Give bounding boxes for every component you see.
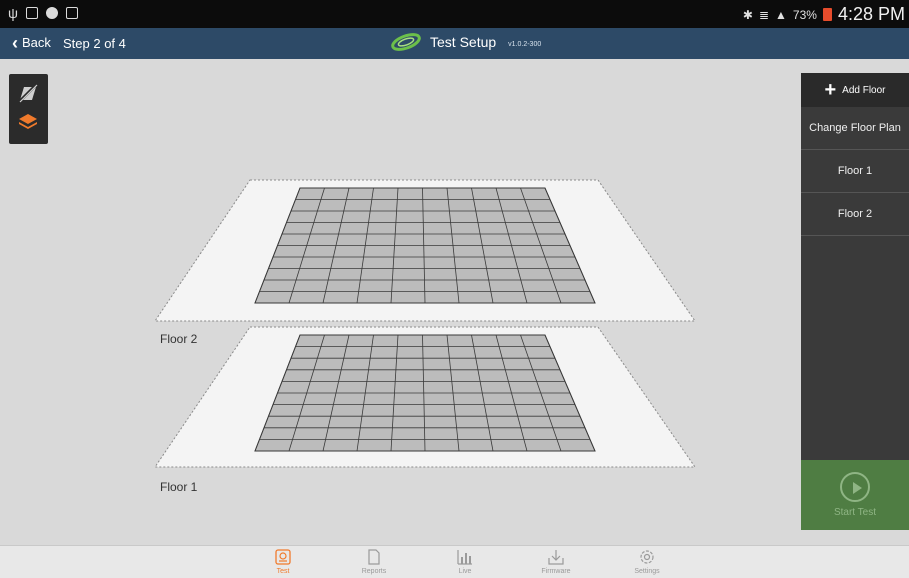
app-title: Test Setup v1.0.2-300 bbox=[390, 32, 541, 52]
floor-list-label: Floor 2 bbox=[837, 208, 873, 220]
nav-label: Test bbox=[276, 568, 290, 575]
change-floor-plan-button[interactable]: Change Floor Plan bbox=[801, 107, 909, 150]
nav-reports[interactable]: Reports bbox=[344, 548, 404, 575]
blocked-icon bbox=[45, 7, 58, 19]
app-header: ‹ Back Step 2 of 4 Test Setup v1.0.2-300 bbox=[0, 28, 909, 59]
firmware-icon bbox=[548, 550, 564, 565]
play-icon bbox=[840, 472, 870, 502]
vibrate-icon: ≣ bbox=[758, 7, 770, 22]
floor-2-plane[interactable] bbox=[154, 179, 696, 322]
bottom-navigation: Test Reports Live Firmware Settings bbox=[0, 545, 909, 578]
battery-percent: 73% bbox=[792, 7, 817, 22]
notification-icons: ψ bbox=[8, 6, 78, 20]
usb-icon: ψ bbox=[8, 5, 18, 21]
battery-icon bbox=[822, 8, 832, 21]
floor-list-item-1[interactable]: Floor 1 bbox=[801, 150, 909, 193]
system-indicators: ✱ ≣ ▲ 73% 4:28 PM bbox=[743, 4, 905, 25]
view-toolbar bbox=[9, 74, 48, 144]
floor-1-plane[interactable] bbox=[154, 326, 696, 468]
settings-icon bbox=[640, 550, 654, 564]
floor-list-item-2[interactable]: Floor 2 bbox=[801, 193, 909, 236]
add-floor-button[interactable]: + Add Floor bbox=[801, 73, 909, 107]
step-indicator: Step 2 of 4 bbox=[63, 36, 126, 51]
floor-1-label: Floor 1 bbox=[160, 480, 198, 494]
floor-panel: + Add Floor Change Floor Plan Floor 1 Fl… bbox=[801, 73, 909, 530]
back-label: Back bbox=[22, 35, 51, 50]
wifi-icon: ▲ bbox=[775, 7, 787, 22]
status-bar: ψ ✱ ≣ ▲ 73% 4:28 PM bbox=[0, 0, 909, 28]
back-button[interactable]: ‹ Back bbox=[12, 32, 51, 53]
plus-icon: + bbox=[824, 79, 837, 101]
floor-1-grid bbox=[254, 334, 596, 452]
nav-label: Live bbox=[458, 568, 472, 575]
live-icon bbox=[457, 550, 472, 565]
bluetooth-icon: ✱ bbox=[742, 7, 753, 22]
app-logo-icon bbox=[391, 33, 421, 51]
hide-floorplan-icon[interactable] bbox=[17, 82, 39, 104]
layers-icon[interactable] bbox=[17, 110, 39, 132]
nav-label: Firmware bbox=[541, 568, 571, 575]
start-test-label: Start Test bbox=[833, 507, 877, 518]
nav-settings[interactable]: Settings bbox=[617, 548, 677, 575]
start-test-button[interactable]: Start Test bbox=[801, 460, 909, 530]
chevron-left-icon: ‹ bbox=[12, 32, 18, 53]
reports-icon bbox=[368, 549, 380, 565]
floor-stack-canvas[interactable] bbox=[150, 175, 700, 475]
page-title: Test Setup bbox=[430, 34, 497, 50]
floor-2-label: Floor 2 bbox=[160, 332, 198, 346]
floor-2-grid bbox=[254, 187, 596, 304]
nav-test[interactable]: Test bbox=[253, 548, 313, 575]
mail-icon bbox=[65, 7, 78, 19]
change-floor-plan-label: Change Floor Plan bbox=[809, 122, 901, 134]
image-icon bbox=[25, 7, 38, 19]
clock: 4:28 PM bbox=[837, 4, 905, 24]
test-icon bbox=[275, 549, 291, 565]
nav-label: Settings bbox=[634, 568, 660, 575]
floor-list-label: Floor 1 bbox=[837, 165, 873, 177]
nav-firmware[interactable]: Firmware bbox=[526, 548, 586, 575]
nav-live[interactable]: Live bbox=[435, 548, 495, 575]
version-label: v1.0.2-300 bbox=[508, 40, 542, 48]
nav-label: Reports bbox=[361, 568, 387, 575]
add-floor-label: Add Floor bbox=[842, 84, 886, 96]
